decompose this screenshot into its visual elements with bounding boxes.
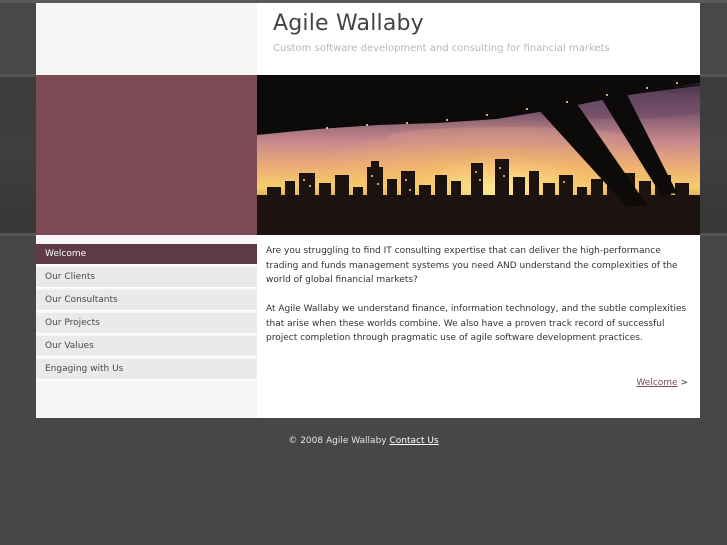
next-arrow: > <box>680 378 688 388</box>
nav-item-our-values[interactable]: Our Values <box>36 336 257 357</box>
next-page-link-container: Welcome > <box>636 378 688 388</box>
intro-paragraph: Are you struggling to find IT consulting… <box>266 246 678 285</box>
footer-copyright: © 2008 Agile Wallaby <box>288 436 387 446</box>
page-footer: © 2008 Agile Wallaby Contact Us <box>0 436 727 446</box>
footer-contact-link[interactable]: Contact Us <box>390 436 439 446</box>
site-tagline: Custom software development and consulti… <box>273 43 610 54</box>
banner-city-skyline-image <box>257 75 700 235</box>
nav-item-our-projects[interactable]: Our Projects <box>36 313 257 334</box>
header-left-panel <box>36 3 257 75</box>
main-content: Are you struggling to find IT consulting… <box>257 235 700 418</box>
nav-item-our-consultants[interactable]: Our Consultants <box>36 290 257 311</box>
nav-item-engaging-with-us[interactable]: Engaging with Us <box>36 359 257 380</box>
next-page-link[interactable]: Welcome <box>636 378 677 388</box>
site-header: Agile Wallaby Custom software developmen… <box>257 3 700 75</box>
page-container: Agile Wallaby Custom software developmen… <box>36 3 700 418</box>
sidebar-nav: Welcome Our Clients Our Consultants Our … <box>36 244 257 382</box>
sidebar: Welcome Our Clients Our Consultants Our … <box>36 235 257 418</box>
nav-item-our-clients[interactable]: Our Clients <box>36 267 257 288</box>
nav-item-welcome[interactable]: Welcome <box>36 244 257 265</box>
site-title[interactable]: Agile Wallaby <box>273 11 424 36</box>
about-paragraph: At Agile Wallaby we understand finance, … <box>266 304 687 343</box>
banner-color-block <box>36 75 257 235</box>
